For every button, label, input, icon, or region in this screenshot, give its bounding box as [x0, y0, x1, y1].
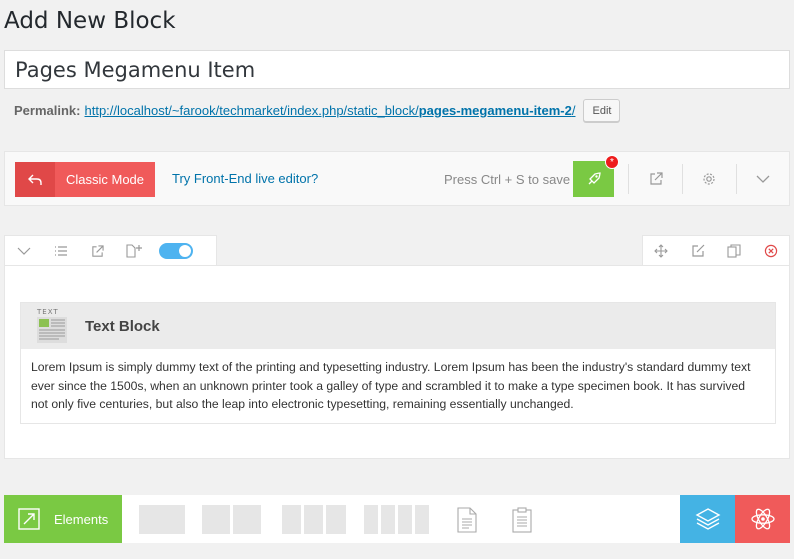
- layout-4-columns[interactable]: [364, 505, 429, 534]
- expand-icon: [4, 508, 54, 530]
- delete-icon[interactable]: [753, 236, 790, 267]
- atom-icon: [750, 508, 775, 530]
- layout-2-columns[interactable]: [202, 505, 261, 534]
- classic-mode-button[interactable]: Classic Mode: [15, 162, 155, 197]
- frontend-editor-link[interactable]: Try Front-End live editor?: [172, 171, 318, 186]
- text-block-header: TEXT Text Block: [21, 303, 775, 349]
- elements-button[interactable]: Elements: [4, 495, 122, 543]
- text-block-content: Lorem Ipsum is simply dummy text of the …: [31, 360, 751, 411]
- permalink-url-slug: pages-megamenu-item-2: [418, 103, 572, 118]
- undo-icon: [15, 162, 55, 197]
- chevron-down-icon[interactable]: [5, 236, 42, 267]
- composer-toolbar: Classic Mode Try Front-End live editor? …: [4, 151, 790, 206]
- add-doc-icon[interactable]: [116, 236, 153, 267]
- row-actions: [642, 235, 790, 266]
- text-thumb-label: TEXT: [36, 308, 59, 316]
- external-link-icon[interactable]: [79, 236, 116, 267]
- rocket-icon: [588, 172, 601, 185]
- move-icon[interactable]: [643, 236, 680, 267]
- text-block-element[interactable]: TEXT Text Block Lorem Ipsum is simply du…: [20, 302, 776, 424]
- layout-1-column[interactable]: [139, 505, 185, 534]
- elements-label: Elements: [54, 511, 109, 527]
- clipboard-icon[interactable]: [511, 507, 533, 533]
- save-hint: Press Ctrl + S to save: [444, 172, 571, 187]
- classic-mode-label: Classic Mode: [65, 172, 145, 187]
- atom-button[interactable]: [735, 495, 790, 543]
- row-controls: [4, 235, 217, 266]
- permalink-label: Permalink:: [14, 103, 81, 118]
- block-title-input[interactable]: [4, 50, 790, 89]
- row-container: TEXT Text Block Lorem Ipsum is simply du…: [4, 235, 790, 459]
- copy-icon[interactable]: [716, 236, 753, 267]
- chevron-down-icon[interactable]: [753, 169, 773, 189]
- layout-3-columns[interactable]: [282, 505, 346, 534]
- page-title: Add New Block: [4, 8, 176, 34]
- row-body: TEXT Text Block Lorem Ipsum is simply du…: [4, 265, 790, 459]
- document-icon[interactable]: [456, 507, 478, 533]
- edit-icon[interactable]: [680, 236, 717, 267]
- toolbar-divider: [736, 164, 737, 194]
- permalink-url-trailing: /: [571, 103, 576, 118]
- text-block-title: Text Block: [85, 317, 160, 335]
- permalink-edit-button[interactable]: Edit: [583, 99, 621, 122]
- text-block-thumbnail: TEXT: [35, 307, 69, 345]
- permalink-row: Permalink: http://localhost/~farook/tech…: [14, 99, 621, 122]
- layers-icon: [695, 508, 720, 530]
- publish-badge: *: [605, 155, 619, 169]
- toolbar-divider: [628, 164, 629, 194]
- toolbar-divider: [682, 164, 683, 194]
- permalink-url[interactable]: http://localhost/~farook/techmarket/inde…: [84, 103, 575, 118]
- external-link-icon[interactable]: [646, 169, 666, 189]
- layers-button[interactable]: [680, 495, 735, 543]
- permalink-url-base: http://localhost/~farook/techmarket/inde…: [84, 103, 419, 118]
- list-icon[interactable]: [42, 236, 79, 267]
- gear-icon[interactable]: [699, 169, 719, 189]
- row-toggle-switch[interactable]: [159, 243, 193, 259]
- bottom-bar: Elements: [4, 495, 790, 543]
